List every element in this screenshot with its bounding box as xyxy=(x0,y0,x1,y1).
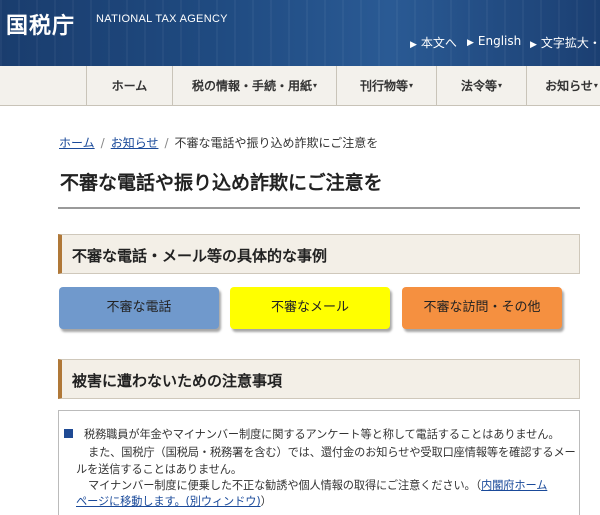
site-logo[interactable]: 国税庁 xyxy=(6,8,75,40)
page-title: 不審な電話や振り込め詐欺にご注意を xyxy=(60,172,383,194)
nav-item-home[interactable]: ホーム xyxy=(86,66,172,106)
triangle-right-icon: ▶ xyxy=(530,40,537,50)
cabinet-office-link[interactable]: 内閣府ホーム xyxy=(481,479,547,492)
global-nav: ホーム 税の情報・手続・用紙▾ 刊行物等▾ 法令等▾ お知らせ▾ xyxy=(0,66,600,106)
section-heading-text: 被害に遭わないための注意事項 xyxy=(72,372,283,390)
breadcrumb-current: 不審な電話や振り込め詐欺にご注意を xyxy=(174,136,379,150)
notice-line-4: マイナンバー制度に便乗した不正な勧誘や個人情報の取得にご注意ください。（内閣府ホ… xyxy=(88,479,548,492)
cabinet-office-link-continued[interactable]: ページに移動します。(別ウィンドウ) xyxy=(76,495,261,508)
header-background xyxy=(0,0,600,66)
notice-line-5: ページに移動します。(別ウィンドウ)） xyxy=(76,495,272,508)
section-heading-text: 不審な電話・メール等の具体的な事例 xyxy=(72,247,328,265)
english-link[interactable]: ▶ English xyxy=(467,34,521,48)
section-heading-precautions: 被害に遭わないための注意事項 xyxy=(58,359,580,399)
notice-line-1: 税務職員が年金やマイナンバー制度に関するアンケート等と称して電話することはありま… xyxy=(84,428,560,441)
breadcrumb: ホーム / お知らせ / 不審な電話や振り込め詐欺にご注意を xyxy=(59,134,378,151)
skip-to-content-link[interactable]: ▶ 本文へ xyxy=(410,34,457,51)
breadcrumb-home-link[interactable]: ホーム xyxy=(59,136,95,150)
nav-item-tax-info[interactable]: 税の情報・手続・用紙▾ xyxy=(172,66,336,106)
nav-item-publications[interactable]: 刊行物等▾ xyxy=(336,66,436,106)
breadcrumb-separator: / xyxy=(164,136,169,150)
caret-down-icon: ▾ xyxy=(409,81,414,90)
title-divider xyxy=(58,207,580,209)
section-heading-examples: 不審な電話・メール等の具体的な事例 xyxy=(58,234,580,274)
caret-down-icon: ▾ xyxy=(593,81,598,90)
nav-item-notices[interactable]: お知らせ▾ xyxy=(526,66,600,106)
caret-down-icon: ▾ xyxy=(498,81,503,90)
suspicious-visit-button[interactable]: 不審な訪問・その他 xyxy=(402,287,562,329)
square-bullet-icon xyxy=(64,429,73,438)
text-size-link[interactable]: ▶ 文字拡大・ xyxy=(530,34,600,51)
breadcrumb-separator: / xyxy=(100,136,105,150)
triangle-right-icon: ▶ xyxy=(467,38,474,48)
nav-item-laws[interactable]: 法令等▾ xyxy=(436,66,526,106)
notice-line-3: ルを送信することはありません。 xyxy=(76,463,242,476)
notice-line-2: また、国税庁（国税局・税務署を含む）では、還付金のお知らせや受取口座情報等を確認… xyxy=(88,446,576,459)
suspicious-phone-button[interactable]: 不審な電話 xyxy=(59,287,219,329)
triangle-right-icon: ▶ xyxy=(410,40,417,50)
suspicious-email-button[interactable]: 不審なメール xyxy=(230,287,390,329)
caret-down-icon: ▾ xyxy=(313,81,318,90)
breadcrumb-notices-link[interactable]: お知らせ xyxy=(111,136,159,150)
site-english-name: NATIONAL TAX AGENCY xyxy=(96,13,228,25)
site-header: 国税庁 NATIONAL TAX AGENCY ▶ 本文へ ▶ English ▶ 文… xyxy=(0,0,600,66)
